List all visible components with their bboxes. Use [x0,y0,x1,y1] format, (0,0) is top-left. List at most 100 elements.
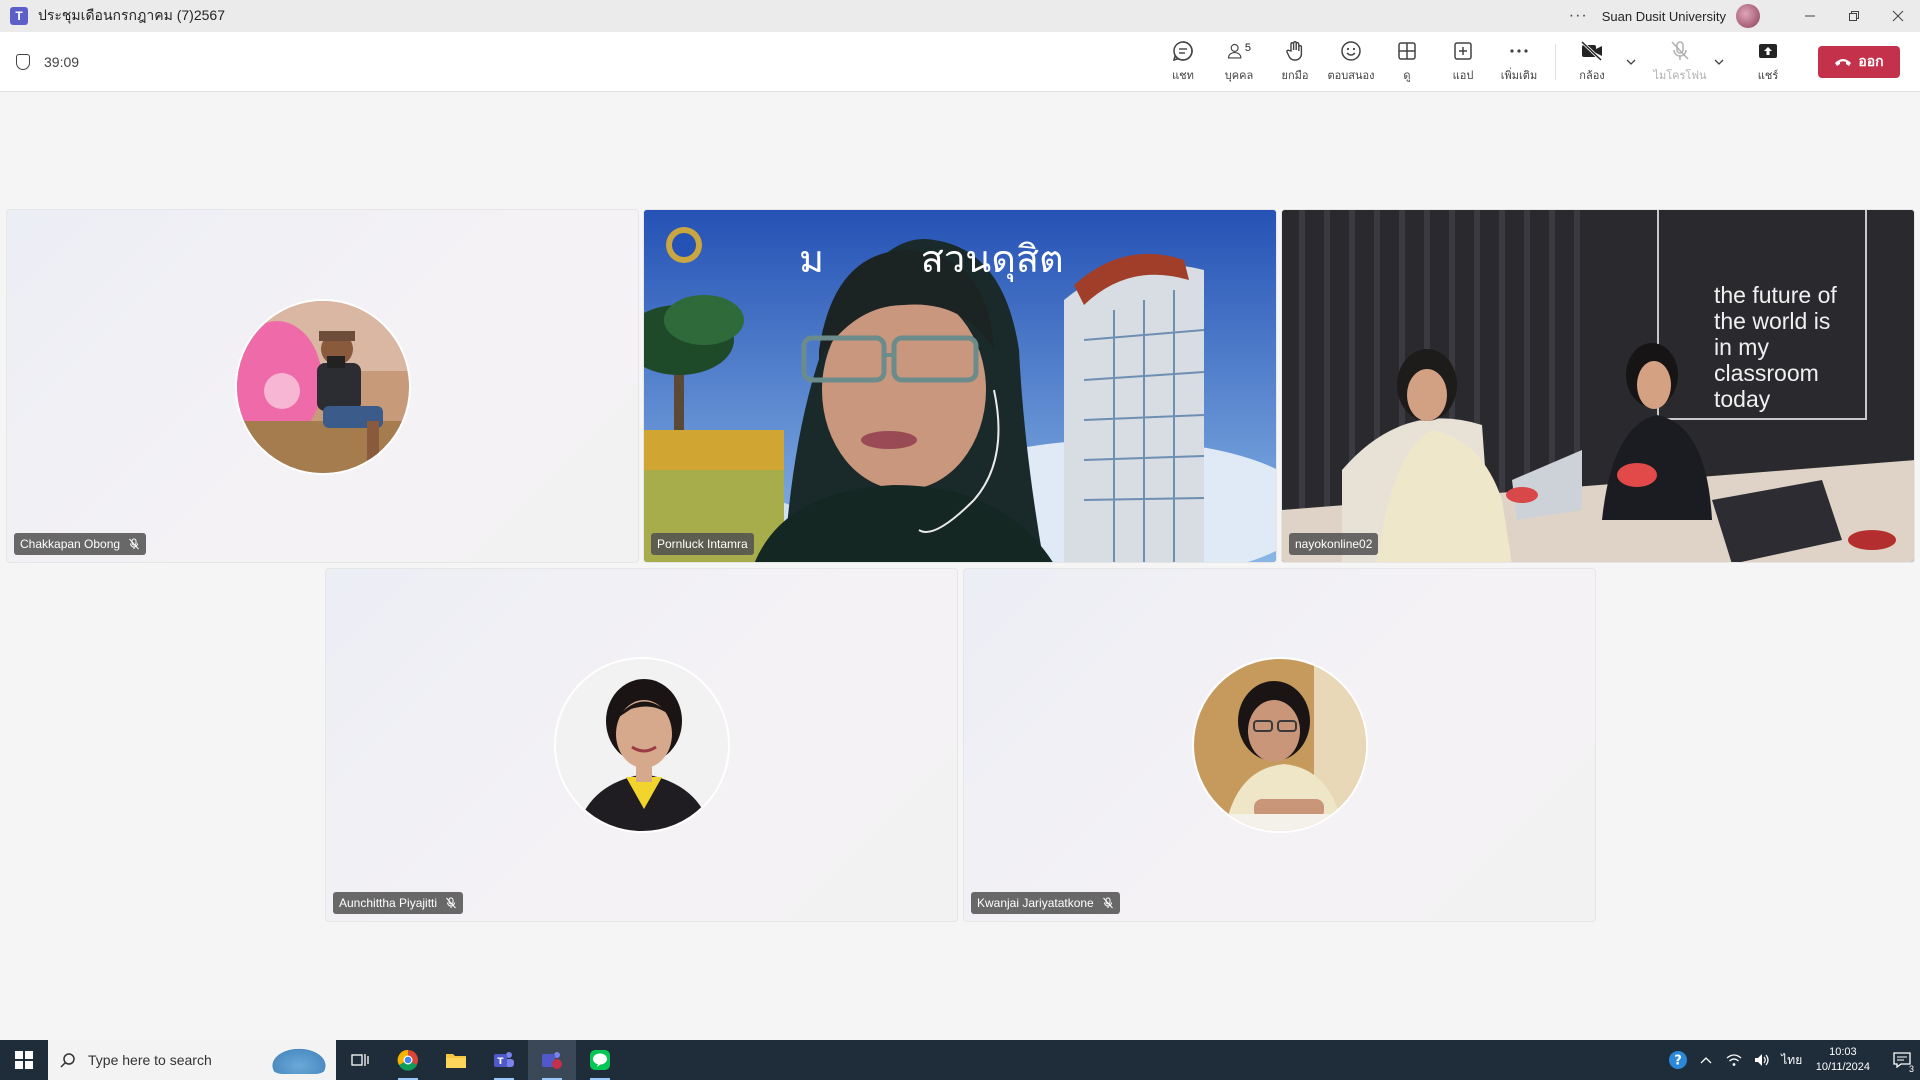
participant-name: Aunchittha Piyajitti [339,896,438,910]
teams-icon: T [494,1052,514,1067]
share-button[interactable]: แชร์ [1740,34,1796,90]
participant-tile[interactable]: Chakkapan Obong [6,209,639,563]
mic-off-icon [1671,41,1689,60]
notification-count: 3 [1908,1064,1914,1074]
shield-icon [16,53,30,70]
participant-name-tag: Chakkapan Obong [14,533,147,555]
more-horizontal-icon [1510,49,1528,53]
apps-button[interactable]: แอป [1435,34,1491,90]
view-label: ดู [1403,70,1411,82]
view-button[interactable]: ดู [1379,34,1435,90]
organization-name[interactable]: Suan Dusit University [1602,9,1726,24]
photographer-avatar-image [237,301,409,473]
participant-tile[interactable]: the future of the world is in my classro… [1281,209,1915,563]
meeting-toolbar: 39:09 แชท 5 บุคคล ยกมือ ตอบสนอง ดู แอป เ… [0,32,1920,92]
taskbar-line[interactable] [576,1040,624,1080]
participant-name-tag: Pornluck Intamra [651,533,754,555]
taskbar-teams-meeting[interactable] [528,1040,576,1080]
search-placeholder: Type here to search [88,1052,212,1068]
more-options-icon[interactable]: ··· [1569,7,1588,25]
line-app-icon [590,1050,610,1070]
raise-hand-button[interactable]: ยกมือ [1267,34,1323,90]
show-hidden-icons[interactable] [1694,1055,1718,1065]
close-button[interactable] [1876,0,1920,32]
minimize-icon [1805,15,1815,17]
leave-label: ออก [1858,52,1884,69]
teams-app-icon: T [10,7,28,25]
start-button[interactable] [0,1040,48,1080]
task-view-icon [351,1054,369,1066]
hang-up-icon [1835,58,1852,66]
participant-name-tag: Aunchittha Piyajitti [333,892,464,914]
window-title: ประชุมเดือนกรกฎาคม (7)2567 [38,7,225,23]
people-button[interactable]: 5 บุคคล [1211,34,1267,90]
taskbar-teams[interactable]: T [480,1040,528,1080]
clock-time: 10:03 [1829,1046,1857,1058]
participant-tile[interactable]: ม สวนดุสิต Pornluck Intamra [643,209,1277,563]
camera-label: กล้อง [1579,70,1605,82]
participant-tile[interactable]: Aunchittha Piyajitti [325,568,958,922]
react-button[interactable]: ตอบสนอง [1323,34,1379,90]
mic-options-chevron[interactable] [1708,56,1730,68]
windows-logo-icon [15,1051,33,1069]
grid-view-icon [1398,42,1416,60]
smiley-icon [1341,41,1361,61]
chat-button[interactable]: แชท [1155,34,1211,90]
more-button[interactable]: เพิ่มเติม [1491,34,1547,90]
chevron-up-icon [1700,1057,1712,1064]
camera-button[interactable]: กล้อง [1564,34,1620,90]
input-language[interactable]: ไทย [1778,1051,1806,1070]
participant-name-tag: Kwanjai Jariyatatkone [971,892,1120,914]
more-label: เพิ่มเติม [1500,70,1538,82]
people-count: 5 [1244,42,1251,54]
chat-label: แชท [1172,70,1194,82]
taskbar-file-explorer[interactable] [432,1040,480,1080]
video-banner-text: ม สวนดุสิต [799,237,1064,281]
help-circle-icon: ? [1668,1051,1687,1069]
taskbar-chrome[interactable] [384,1040,432,1080]
classroom-board-text: the future of the world is in my classro… [1714,282,1837,412]
meeting-timer: 39:09 [44,53,80,70]
leave-button[interactable]: ออก [1818,45,1900,78]
share-label: แชร์ [1757,70,1779,82]
search-icon [60,1053,75,1068]
participant-avatar [554,657,730,833]
participant-name-tag: nayokonline02 [1289,533,1379,555]
participant-tile[interactable]: Kwanjai Jariyatatkone [963,568,1596,922]
raise-hand-label: ยกมือ [1281,70,1309,82]
notification-center-button[interactable]: 3 [1884,1040,1920,1080]
windows-taskbar: Type here to search T ? ไทย 10:03 10/11/… [0,1040,1920,1080]
task-view-button[interactable] [336,1040,384,1080]
toolbar-divider [1555,43,1556,80]
title-bar: T ประชุมเดือนกรกฎาคม (7)2567 ··· Suan Du… [0,0,1920,32]
minimize-button[interactable] [1788,0,1832,32]
react-label: ตอบสนอง [1327,70,1375,82]
apps-label: แอป [1452,70,1474,82]
raise-hand-icon [1286,41,1303,61]
mic-button[interactable]: ไมโครโฟน [1652,34,1708,90]
restore-button[interactable] [1832,0,1876,32]
people-label: บุคคล [1224,70,1254,82]
help-icon[interactable]: ? [1666,1050,1690,1070]
mic-off-icon [1102,897,1113,909]
system-clock[interactable]: 10:03 10/11/2024 [1816,1045,1870,1075]
participant-name: Chakkapan Obong [20,537,121,551]
volume-icon[interactable] [1750,1053,1774,1067]
participant-name: Kwanjai Jariyatatkone [977,896,1094,910]
user-avatar[interactable] [1736,4,1760,28]
teams-meeting-icon [542,1052,562,1069]
taskbar-search[interactable]: Type here to search [48,1040,336,1080]
mic-off-icon [129,538,139,550]
folder-icon [446,1054,466,1068]
speaker-icon [1754,1054,1769,1066]
participant-name: nayokonline02 [1295,537,1373,551]
network-icon[interactable] [1722,1053,1746,1067]
share-screen-icon [1759,44,1777,58]
chevron-down-icon [1714,59,1724,65]
portrait-avatar-image [556,659,728,831]
camera-options-chevron[interactable] [1620,56,1642,68]
chevron-down-icon [1626,59,1636,65]
svg-text:?: ? [1674,1054,1682,1069]
clock-date: 10/11/2024 [1815,1061,1870,1073]
search-highlight-image [268,1046,330,1074]
